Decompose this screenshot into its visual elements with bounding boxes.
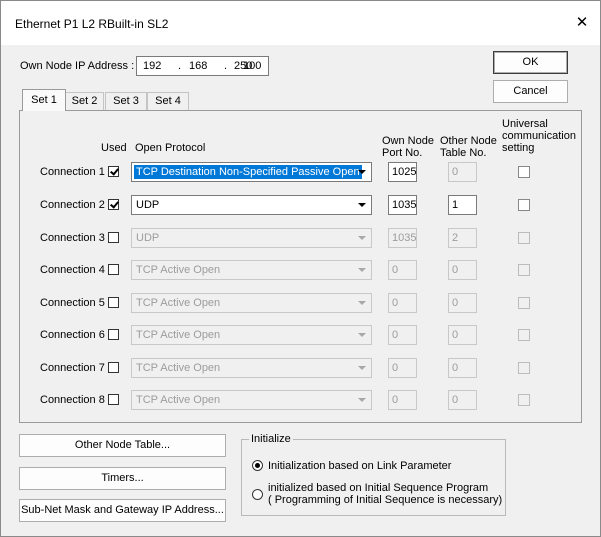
used-checkbox[interactable] [108, 329, 119, 340]
radio-initial-sequence-label-2: ( Programming of Initial Sequence is nec… [268, 494, 503, 506]
ip-octet-4[interactable]: 100 [243, 60, 261, 72]
ip-octet-1[interactable]: 192 [143, 60, 161, 72]
own-node-port-header-1: Own Node [382, 135, 434, 147]
universal-comm-checkbox[interactable] [518, 199, 530, 211]
open-protocol-select[interactable]: TCP Active Open [131, 325, 372, 345]
other-node-table-input[interactable]: 0 [448, 358, 477, 378]
chevron-down-icon[interactable] [354, 392, 370, 408]
window-title: Ethernet P1 L2 RBuilt-in SL2 [15, 17, 169, 31]
other-node-table-header-1: Other Node [440, 135, 497, 147]
other-node-table-input[interactable]: 0 [448, 260, 477, 280]
ok-button[interactable]: OK [493, 51, 568, 74]
initialize-group-title: Initialize [249, 433, 293, 445]
chevron-down-icon[interactable] [354, 197, 370, 213]
dialog-window: Ethernet P1 L2 RBuilt-in SL2 ✕ Own Node … [0, 0, 601, 537]
connection-label: Connection 2 [40, 199, 105, 211]
universal-comm-checkbox[interactable] [518, 297, 530, 309]
own-node-port-input[interactable]: 0 [388, 390, 417, 410]
universal-comm-checkbox[interactable] [518, 166, 530, 178]
used-checkbox[interactable] [108, 232, 119, 243]
open-protocol-value: TCP Active Open [136, 362, 221, 374]
radio-initial-sequence[interactable] [252, 489, 263, 500]
ip-dot: . [224, 60, 228, 72]
connection-label: Connection 3 [40, 232, 105, 244]
ip-dot: . [178, 60, 182, 72]
universal-comm-checkbox[interactable] [518, 329, 530, 341]
tab-set-4[interactable]: Set 4 [147, 92, 189, 110]
own-node-port-header-2: Port No. [382, 147, 423, 159]
other-node-table-header-2: Table No. [440, 147, 487, 159]
other-node-table-input[interactable]: 0 [448, 325, 477, 345]
ip-address-field[interactable]: 192 . 168 . 250 . 100 [136, 56, 269, 76]
chevron-down-icon[interactable] [354, 327, 370, 343]
own-node-port-input[interactable]: 1035 [388, 195, 417, 215]
open-protocol-select[interactable]: TCP Active Open [131, 390, 372, 410]
title-bar: Ethernet P1 L2 RBuilt-in SL2 ✕ [1, 1, 600, 45]
other-node-table-input[interactable]: 1 [448, 195, 477, 215]
other-node-table-input[interactable]: 0 [448, 390, 477, 410]
used-checkbox[interactable] [108, 264, 119, 275]
own-node-port-input[interactable]: 0 [388, 325, 417, 345]
connection-label: Connection 4 [40, 264, 105, 276]
own-node-port-input[interactable]: 1025 [388, 162, 417, 182]
radio-link-parameter[interactable] [252, 460, 263, 471]
used-checkbox[interactable] [108, 362, 119, 373]
open-protocol-select[interactable]: TCP Active Open [131, 293, 372, 313]
universal-header-3: setting [502, 142, 535, 154]
universal-comm-checkbox[interactable] [518, 264, 530, 276]
used-checkbox[interactable] [108, 166, 119, 177]
used-header: Used [101, 142, 127, 154]
open-protocol-value: TCP Active Open [136, 264, 221, 276]
tab-set-1[interactable]: Set 1 [22, 89, 66, 111]
used-checkbox[interactable] [108, 394, 119, 405]
other-node-table-button[interactable]: Other Node Table... [19, 434, 226, 457]
universal-comm-checkbox[interactable] [518, 232, 530, 244]
own-node-port-input[interactable]: 0 [388, 293, 417, 313]
connection-label: Connection 5 [40, 297, 105, 309]
open-protocol-value: UDP [136, 199, 160, 211]
universal-comm-checkbox[interactable] [518, 394, 530, 406]
connection-label: Connection 1 [40, 166, 105, 178]
open-protocol-value: TCP Destination Non-Specified Passive Op… [134, 165, 362, 179]
tab-set-3[interactable]: Set 3 [105, 92, 147, 110]
connection-label: Connection 8 [40, 394, 105, 406]
open-protocol-value: TCP Active Open [136, 329, 221, 341]
open-protocol-header: Open Protocol [135, 142, 206, 154]
used-checkbox[interactable] [108, 297, 119, 308]
chevron-down-icon[interactable] [354, 230, 370, 246]
open-protocol-select[interactable]: TCP Active Open [131, 358, 372, 378]
own-node-port-input[interactable]: 0 [388, 358, 417, 378]
own-node-port-input[interactable]: 0 [388, 260, 417, 280]
subnet-gateway-button[interactable]: Sub-Net Mask and Gateway IP Address... [19, 499, 226, 522]
chevron-down-icon[interactable] [354, 164, 370, 180]
universal-header-2: communication [502, 130, 576, 142]
connection-label: Connection 6 [40, 329, 105, 341]
ip-octet-2[interactable]: 168 [189, 60, 207, 72]
timers-button[interactable]: Timers... [19, 467, 226, 490]
chevron-down-icon[interactable] [354, 360, 370, 376]
open-protocol-value: TCP Active Open [136, 394, 221, 406]
open-protocol-value: UDP [136, 232, 160, 244]
chevron-down-icon[interactable] [354, 295, 370, 311]
universal-comm-checkbox[interactable] [518, 362, 530, 374]
open-protocol-select[interactable]: UDP [131, 195, 372, 215]
radio-link-parameter-label[interactable]: Initialization based on Link Parameter [268, 460, 451, 472]
used-checkbox[interactable] [108, 199, 119, 210]
open-protocol-value: TCP Active Open [136, 297, 221, 309]
ip-address-label: Own Node IP Address : [20, 60, 135, 72]
universal-header-1: Universal [502, 118, 548, 130]
other-node-table-input[interactable]: 2 [448, 228, 477, 248]
open-protocol-select[interactable]: UDP [131, 228, 372, 248]
open-protocol-select[interactable]: TCP Active Open [131, 260, 372, 280]
open-protocol-select[interactable]: TCP Destination Non-Specified Passive Op… [131, 162, 372, 182]
own-node-port-input[interactable]: 1035 [388, 228, 417, 248]
other-node-table-input[interactable]: 0 [448, 162, 477, 182]
close-icon[interactable]: ✕ [572, 13, 592, 33]
radio-initial-sequence-label-1[interactable]: initialized based on Initial Sequence Pr… [268, 482, 488, 494]
tab-set-2[interactable]: Set 2 [65, 92, 104, 110]
connection-label: Connection 7 [40, 362, 105, 374]
cancel-button[interactable]: Cancel [493, 80, 568, 103]
other-node-table-input[interactable]: 0 [448, 293, 477, 313]
chevron-down-icon[interactable] [354, 262, 370, 278]
